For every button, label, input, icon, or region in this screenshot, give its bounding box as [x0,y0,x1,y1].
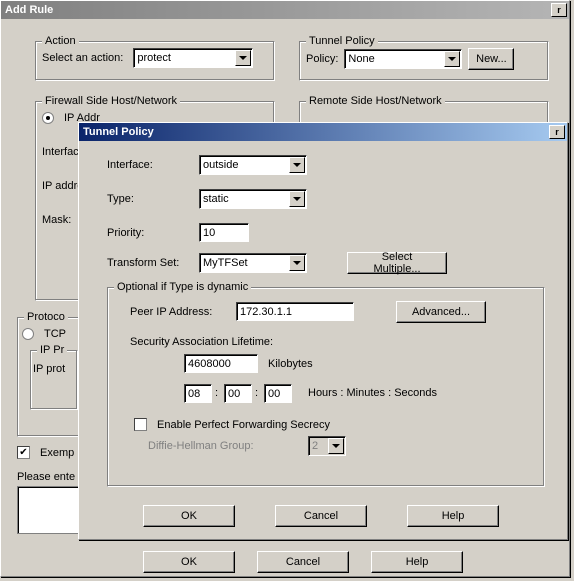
pfs-checkbox[interactable] [134,418,147,431]
dh-combo: 2 [308,436,346,456]
action-legend: Action [42,35,79,47]
peer-ip-label: Peer IP Address: [130,306,212,318]
peer-ip-input[interactable] [236,302,354,321]
tcp-radio-label: TCP [44,328,66,340]
chevron-down-icon[interactable] [289,157,305,173]
tp-type-value: static [203,193,229,205]
tp-transform-value: MyTFSet [203,257,248,269]
protocol-fieldset: Protoco TCP IP Pr IP prot [17,317,83,437]
ip-protocol-label: IP prot [33,363,65,375]
optional-legend: Optional if Type is dynamic [114,281,251,293]
tp-interface-combo[interactable]: outside [199,155,307,175]
main-ok-button[interactable]: OK [143,551,235,573]
pfs-label: Enable Perfect Forwarding Secrecy [157,419,330,431]
tunnel-policy-fieldset: Tunnel Policy Policy: None New... [299,41,549,81]
text-area[interactable] [17,486,79,534]
tp-interface-label: Interface: [107,159,153,171]
chevron-down-icon [328,438,344,454]
tp-ok-button[interactable]: OK [143,505,235,527]
main-cancel-button[interactable]: Cancel [257,551,349,573]
select-multiple-button[interactable]: Select Multiple... [347,252,447,274]
ip-protocol-legend: IP Pr [37,344,67,356]
tcp-radio[interactable] [22,328,34,340]
policy-value: None [348,53,374,65]
close-icon[interactable]: r [549,125,565,139]
firewall-side-legend: Firewall Side Host/Network [42,95,180,107]
tp-interface-value: outside [203,159,238,171]
minutes-input[interactable] [224,384,252,403]
action-fieldset: Action Select an action: protect [35,41,275,81]
tp-transform-label: Transform Set: [107,257,179,269]
advanced-button[interactable]: Advanced... [396,301,486,323]
optional-fieldset: Optional if Type is dynamic Peer IP Addr… [107,287,545,487]
main-help-button[interactable]: Help [371,551,463,573]
dh-label: Diffie-Hellman Group: [148,440,254,452]
new-button[interactable]: New... [468,48,514,70]
mask-label: Mask: [42,214,71,226]
chevron-down-icon[interactable] [235,50,251,66]
action-combo[interactable]: protect [133,48,253,68]
ip-protocol-fieldset: IP Pr IP prot [30,350,78,410]
tunnel-policy-title: Tunnel Policy [83,126,154,138]
add-rule-title: Add Rule [5,4,53,16]
seconds-input[interactable] [264,384,292,403]
close-icon[interactable]: r [551,3,567,17]
hms-label: Hours : Minutes : Seconds [308,387,437,399]
hours-input[interactable] [184,384,212,403]
select-action-label: Select an action: [42,52,123,64]
kilobytes-label: Kilobytes [268,358,313,370]
exempt-checkbox[interactable]: ✔ [17,446,30,459]
sal-bytes-input[interactable] [184,354,258,373]
action-value: protect [137,52,171,64]
tp-help-button[interactable]: Help [407,505,499,527]
tp-priority-input[interactable] [199,223,249,242]
sal-label: Security Association Lifetime: [130,336,273,348]
policy-combo[interactable]: None [344,49,462,69]
tunnel-policy-legend: Tunnel Policy [306,35,378,47]
tp-type-label: Type: [107,193,134,205]
remote-side-legend: Remote Side Host/Network [306,95,445,107]
tp-cancel-button[interactable]: Cancel [275,505,367,527]
ip-addr-radio[interactable] [42,112,54,124]
tp-priority-label: Priority: [107,227,144,239]
tunnel-policy-dialog: Tunnel Policy r Interface: outside Type:… [78,122,568,540]
exempt-label: Exemp [40,447,74,459]
tp-type-combo[interactable]: static [199,189,307,209]
chevron-down-icon[interactable] [289,255,305,271]
chevron-down-icon[interactable] [444,51,460,67]
protocol-legend: Protoco [24,311,68,323]
policy-label: Policy: [306,53,338,65]
add-rule-titlebar: Add Rule r [1,1,569,19]
please-enter-label: Please ente [17,471,75,483]
chevron-down-icon[interactable] [289,191,305,207]
dh-value: 2 [312,440,318,452]
tp-transform-combo[interactable]: MyTFSet [199,253,307,273]
tunnel-policy-titlebar: Tunnel Policy r [79,123,567,141]
